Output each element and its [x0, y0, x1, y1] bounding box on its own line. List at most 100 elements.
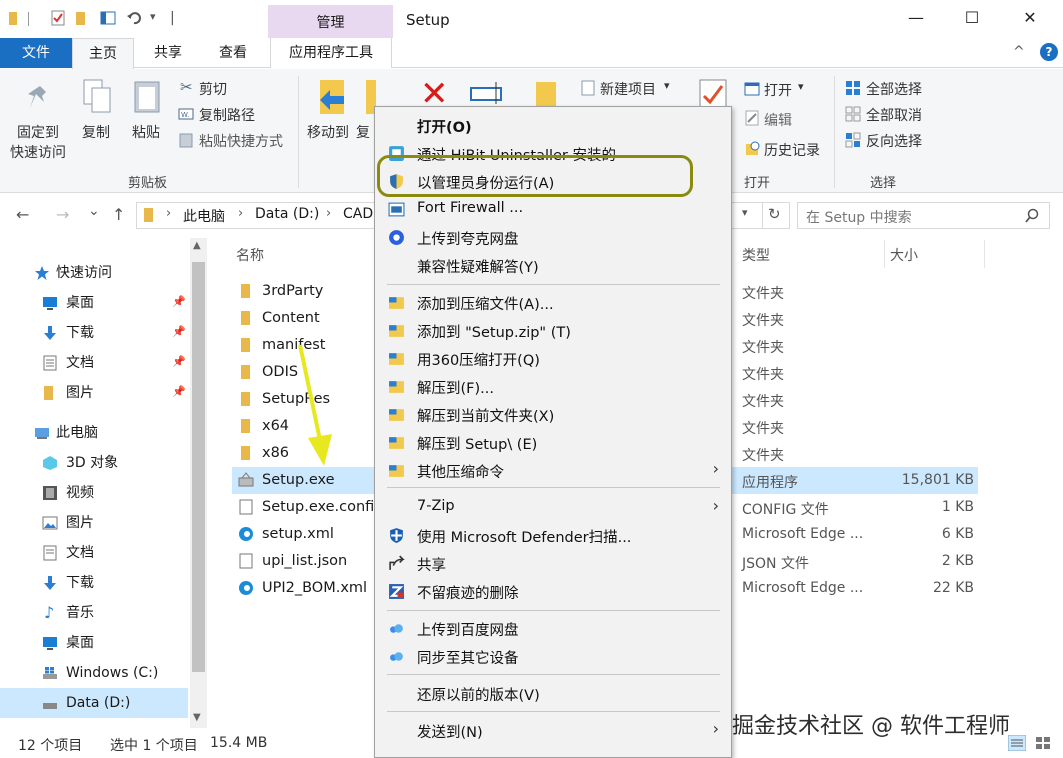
- menu-item-sync[interactable]: 同步至其它设备: [375, 643, 731, 670]
- menu-item-extract-here[interactable]: 解压到当前文件夹(X): [375, 401, 731, 428]
- search-icon[interactable]: [1024, 208, 1040, 224]
- quick-access-dropdown-icon[interactable]: ▾: [150, 10, 156, 23]
- scroll-down-icon[interactable]: ▼: [193, 712, 201, 723]
- nav-videos[interactable]: 视频: [66, 478, 94, 508]
- menu-item-share[interactable]: 共享: [375, 550, 731, 577]
- pin-icon[interactable]: 📌: [172, 325, 186, 338]
- nav-pictures[interactable]: 图片: [66, 378, 94, 408]
- history-button[interactable]: 历史记录: [764, 140, 820, 160]
- details-view-icon[interactable]: [1008, 735, 1026, 751]
- help-icon[interactable]: ?: [1040, 43, 1058, 61]
- pin-icon[interactable]: 📌: [172, 295, 186, 308]
- video-icon: [43, 486, 57, 500]
- menu-item-add-zip[interactable]: 添加到 "Setup.zip" (T): [375, 317, 731, 344]
- back-button[interactable]: ←: [16, 205, 29, 224]
- new-item-button[interactable]: 新建项目: [600, 79, 656, 99]
- view-icon[interactable]: [100, 10, 116, 26]
- paste-button[interactable]: 粘贴: [132, 122, 160, 142]
- menu-item-send-to[interactable]: 发送到(N) ›: [375, 717, 731, 744]
- new-folder-icon[interactable]: [74, 10, 90, 26]
- address-dropdown-icon[interactable]: ▾: [742, 206, 748, 219]
- menu-item-open[interactable]: 打开(O): [375, 112, 731, 139]
- pin-quick-access-label[interactable]: 固定到: [17, 122, 59, 142]
- menu-item-extract-to[interactable]: 解压到(F)...: [375, 373, 731, 400]
- move-to-button[interactable]: 移动到: [307, 122, 349, 142]
- forward-button[interactable]: →: [56, 205, 69, 224]
- copy-path-button[interactable]: 复制路径: [199, 105, 255, 125]
- copy-path-icon: W.: [178, 108, 194, 120]
- menu-item-label: 解压到 Setup\ (E): [417, 437, 538, 453]
- menu-item-other-compress[interactable]: 其他压缩命令 ›: [375, 457, 731, 484]
- select-all-button[interactable]: 全部选择: [866, 79, 922, 99]
- copy-to-button[interactable]: 复: [356, 122, 370, 142]
- menu-item-restore[interactable]: 还原以前的版本(V): [375, 680, 731, 707]
- firewall-icon: [388, 202, 405, 217]
- nav-pictures-2[interactable]: 图片: [66, 508, 94, 538]
- nav-downloads-2[interactable]: 下载: [66, 568, 94, 598]
- nav-this-pc[interactable]: 此电脑: [56, 418, 98, 448]
- select-none-button[interactable]: 全部取消: [866, 105, 922, 125]
- refresh-icon[interactable]: ↻: [768, 205, 781, 223]
- column-name-header[interactable]: 名称: [236, 245, 264, 265]
- nav-documents[interactable]: 文档: [66, 348, 94, 378]
- column-type-header[interactable]: 类型: [742, 245, 770, 265]
- copy-button[interactable]: 复制: [82, 122, 110, 142]
- undo-icon[interactable]: [126, 10, 142, 26]
- nav-downloads[interactable]: 下载: [66, 318, 94, 348]
- nav-desktop[interactable]: 桌面: [66, 288, 94, 318]
- paste-shortcut-button[interactable]: 粘贴快捷方式: [199, 131, 283, 151]
- close-button[interactable]: ✕: [1020, 8, 1040, 28]
- nav-3d-objects[interactable]: 3D 对象: [66, 448, 118, 478]
- nav-desktop-2[interactable]: 桌面: [66, 628, 94, 658]
- menu-item-baidu[interactable]: 上传到百度网盘: [375, 615, 731, 642]
- pin-icon[interactable]: 📌: [172, 385, 186, 398]
- ribbon-collapse-icon[interactable]: ^: [1013, 44, 1025, 60]
- menu-item-quark[interactable]: 上传到夸克网盘: [375, 224, 731, 251]
- tab-view[interactable]: 查看: [204, 38, 262, 68]
- recent-locations-button[interactable]: ⌄: [88, 203, 100, 219]
- menu-item-open-360[interactable]: 用360压缩打开(Q): [375, 345, 731, 372]
- properties-icon[interactable]: [50, 10, 66, 26]
- menu-item-fort-firewall[interactable]: Fort Firewall ...: [375, 196, 731, 223]
- breadcrumb-cad[interactable]: CAD: [343, 206, 373, 222]
- nav-documents-2[interactable]: 文档: [66, 538, 94, 568]
- nav-music[interactable]: 音乐: [66, 598, 94, 628]
- minimize-button[interactable]: —: [906, 8, 926, 28]
- nav-quick-access[interactable]: 快速访问: [56, 258, 112, 288]
- maximize-button[interactable]: ☐: [962, 8, 982, 28]
- quick-access-customize-icon[interactable]: |: [170, 10, 175, 26]
- menu-item-7zip[interactable]: 7-Zip ›: [375, 494, 731, 521]
- nav-drive-c[interactable]: Windows (C:): [66, 658, 158, 688]
- file-size: 6 KB: [941, 526, 974, 542]
- open-dropdown-icon[interactable]: ▾: [798, 80, 804, 93]
- new-item-dropdown-icon[interactable]: ▾: [664, 79, 670, 92]
- menu-item-shred[interactable]: 不留痕迹的删除: [375, 578, 731, 605]
- manage-tab-label[interactable]: 管理: [268, 12, 393, 32]
- nav-drive-d[interactable]: Data (D:): [66, 688, 130, 718]
- search-input[interactable]: 在 Setup 中搜索: [806, 207, 912, 227]
- open-button[interactable]: 打开: [764, 80, 792, 100]
- menu-item-extract-setup[interactable]: 解压到 Setup\ (E): [375, 429, 731, 456]
- breadcrumb-this-pc[interactable]: 此电脑: [183, 206, 225, 226]
- nav-scrollbar-thumb[interactable]: [192, 262, 205, 672]
- up-button[interactable]: ↑: [112, 205, 125, 224]
- edit-button[interactable]: 编辑: [764, 110, 792, 130]
- tab-home[interactable]: 主页: [72, 38, 134, 69]
- menu-item-add-archive[interactable]: 添加到压缩文件(A)...: [375, 289, 731, 316]
- tab-share[interactable]: 共享: [138, 38, 198, 68]
- folder-icon: [9, 12, 17, 25]
- ribbon-separator: [834, 76, 835, 188]
- breadcrumb-data-d[interactable]: Data (D:): [255, 206, 319, 222]
- tab-app-tools[interactable]: 应用程序工具: [270, 38, 392, 68]
- cut-button[interactable]: 剪切: [199, 79, 227, 99]
- invert-selection-button[interactable]: 反向选择: [866, 131, 922, 151]
- rename-icon[interactable]: [470, 82, 506, 104]
- pin-quick-access-label-2[interactable]: 快速访问: [10, 142, 66, 162]
- large-icons-view-icon[interactable]: [1034, 735, 1052, 751]
- menu-item-compat[interactable]: 兼容性疑难解答(Y): [375, 252, 731, 279]
- menu-item-defender[interactable]: 使用 Microsoft Defender扫描...: [375, 522, 731, 549]
- scroll-up-icon[interactable]: ▲: [193, 240, 201, 251]
- tab-file[interactable]: 文件: [0, 38, 72, 68]
- column-size-header[interactable]: 大小: [890, 245, 918, 265]
- pin-icon[interactable]: 📌: [172, 355, 186, 368]
